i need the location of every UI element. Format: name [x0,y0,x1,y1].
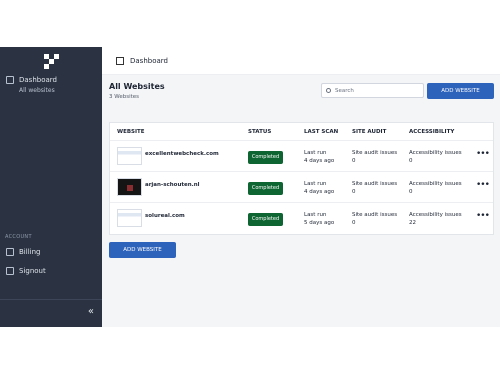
more-options-icon[interactable]: ••• [476,180,490,190]
sidebar-item-label: Billing [19,248,41,256]
website-count: 3 Websites [109,94,140,100]
site-audit-value: 0 [352,158,356,164]
last-run-value: 4 days ago [304,158,335,164]
add-website-button[interactable]: ADD WEBSITE [109,242,176,258]
collapse-sidebar-icon[interactable]: « [88,306,94,317]
top-header: Dashboard [102,47,500,75]
table-row[interactable]: arjan-schouten.nl Completed Last run 4 da… [110,171,493,202]
websites-table: WEBSITE STATUS LAST SCAN SITE AUDIT ACCE… [109,122,494,235]
page-title: Dashboard [130,56,168,65]
sidebar-divider [0,299,102,300]
card-icon [6,248,14,256]
chart-icon [116,56,124,65]
website-name[interactable]: arjan-schouten.nl [145,182,200,188]
chart-icon [6,76,14,84]
sidebar-item-label: Signout [19,267,46,275]
sidebar: Dashboard All websites ACCOUNT Billing S… [0,47,102,327]
table-header: WEBSITE STATUS LAST SCAN SITE AUDIT ACCE… [110,123,493,140]
table-row[interactable]: solureal.com Completed Last run 5 days ag… [110,202,493,233]
column-accessibility: ACCESSIBILITY [409,129,455,135]
sidebar-item-signout[interactable]: Signout [6,267,46,275]
more-options-icon[interactable]: ••• [476,149,490,159]
site-audit-label: Site audit issues [352,181,398,187]
app-frame: Dashboard All websites ACCOUNT Billing S… [0,47,500,327]
website-name[interactable]: excellentwebcheck.com [145,151,219,157]
sidebar-subitem-all-websites[interactable]: All websites [19,87,55,94]
website-name[interactable]: solureal.com [145,213,185,219]
last-scan: Last run 5 days ago [304,211,334,227]
last-scan: Last run 4 days ago [304,149,334,165]
status-badge: Completed [248,151,283,164]
site-audit-label: Site audit issues [352,212,398,218]
site-audit: Site audit issues 0 [352,211,397,227]
site-audit-value: 0 [352,189,356,195]
logo [44,54,59,69]
site-audit-label: Site audit issues [352,150,398,156]
column-site-audit: SITE AUDIT [352,129,387,135]
account-section-label: ACCOUNT [5,234,32,240]
last-run-value: 5 days ago [304,220,335,226]
last-run-value: 4 days ago [304,189,335,195]
accessibility-label: Accessibility issues [409,212,462,218]
accessibility: Accessibility issues 0 [409,149,462,165]
last-scan: Last run 4 days ago [304,180,334,196]
site-audit: Site audit issues 0 [352,149,397,165]
website-thumbnail [117,209,142,227]
search-placeholder: Search [335,88,354,94]
accessibility-value: 0 [409,158,413,164]
table-row[interactable]: excellentwebcheck.com Completed Last run… [110,140,493,171]
signout-icon [6,267,14,275]
accessibility-value: 0 [409,189,413,195]
last-run-label: Last run [304,181,327,187]
website-thumbnail [117,147,142,165]
website-thumbnail [117,178,142,196]
last-run-label: Last run [304,212,327,218]
search-icon [326,88,331,93]
add-website-button[interactable]: ADD WEBSITE [427,83,494,99]
last-run-label: Last run [304,150,327,156]
accessibility-label: Accessibility issues [409,181,462,187]
accessibility-label: Accessibility issues [409,150,462,156]
column-status: STATUS [248,129,272,135]
column-website: WEBSITE [117,129,145,135]
status-badge: Completed [248,213,283,226]
site-audit: Site audit issues 0 [352,180,397,196]
sidebar-item-billing[interactable]: Billing [6,248,40,256]
column-last-scan: LAST SCAN [304,129,339,135]
sidebar-item-dashboard[interactable]: Dashboard [6,76,57,84]
search-input[interactable]: Search [321,83,424,98]
section-title: All Websites [109,82,165,91]
more-options-icon[interactable]: ••• [476,211,490,221]
accessibility: Accessibility issues 0 [409,180,462,196]
status-badge: Completed [248,182,283,195]
site-audit-value: 0 [352,220,356,226]
sidebar-item-label: Dashboard [19,76,57,84]
main-content: All Websites 3 Websites Search ADD WEBSI… [102,75,500,327]
accessibility: Accessibility issues 22 [409,211,462,227]
accessibility-value: 22 [409,220,416,226]
